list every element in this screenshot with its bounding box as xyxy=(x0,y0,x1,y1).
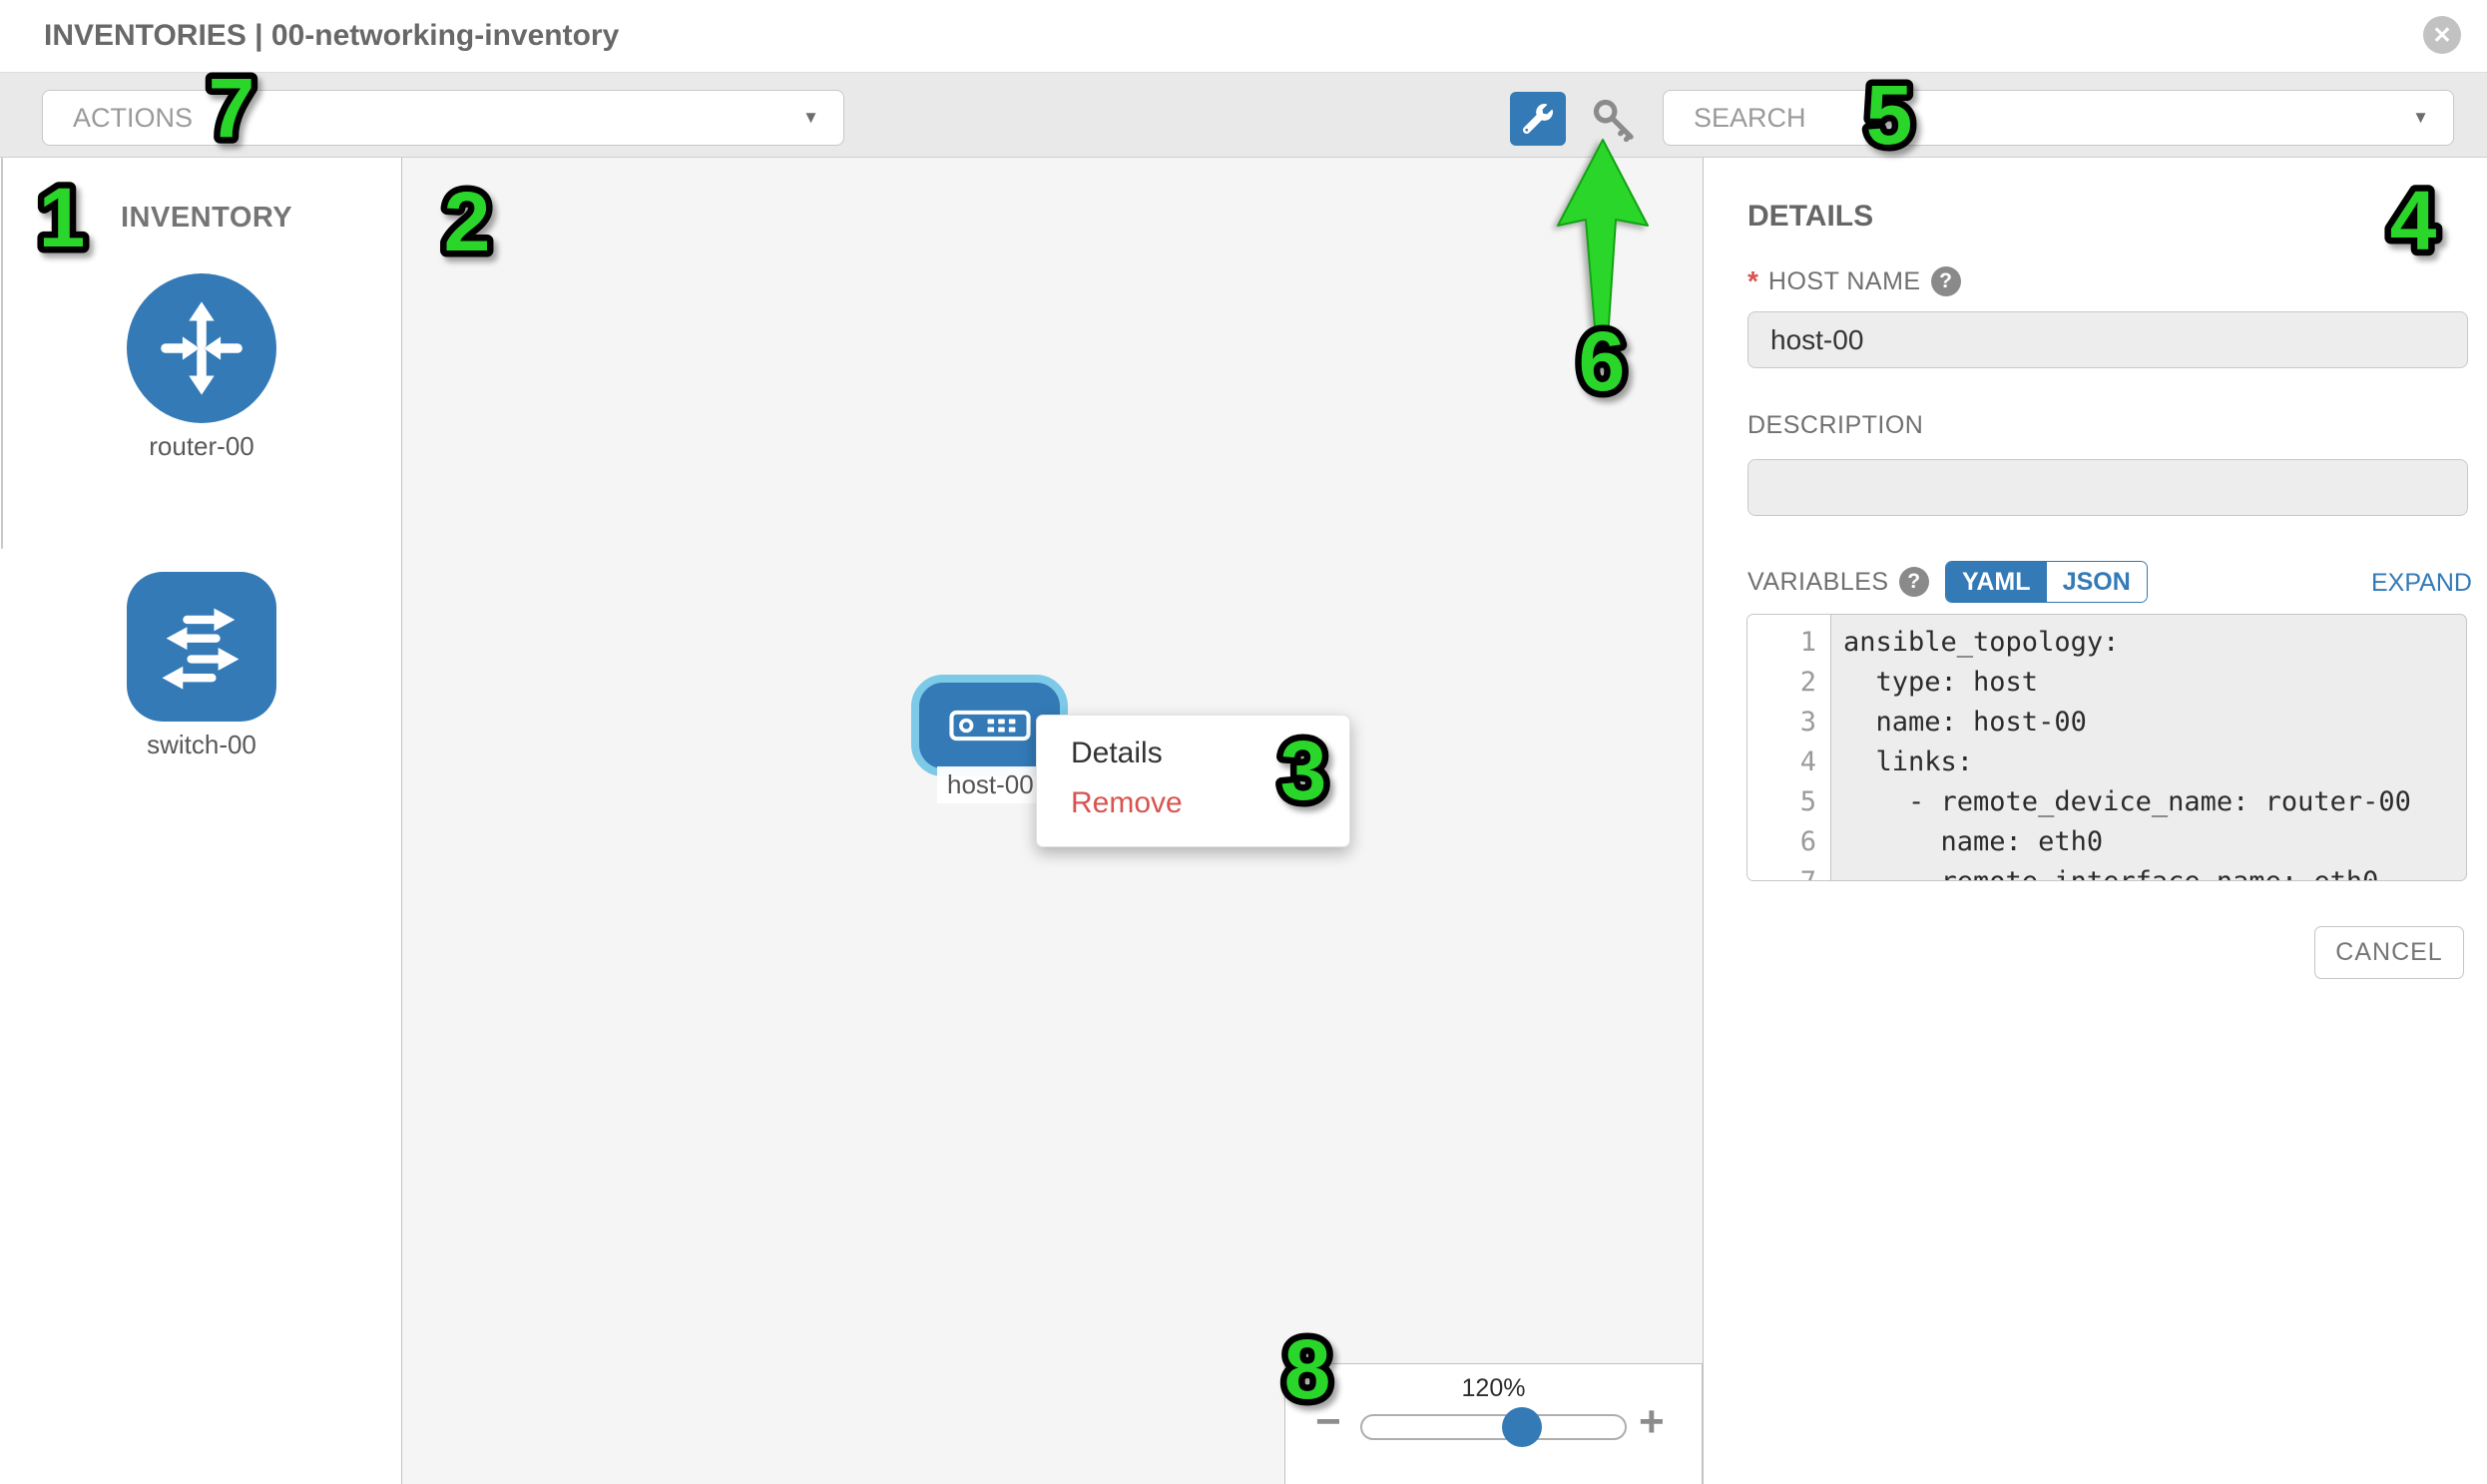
line-number: 3 xyxy=(1747,703,1830,742)
key-button[interactable] xyxy=(1589,95,1639,145)
actions-dropdown[interactable]: ACTIONS ▼ xyxy=(42,90,844,146)
tab-json[interactable]: JSON xyxy=(2047,562,2148,602)
caret-down-icon: ▼ xyxy=(2412,91,2429,145)
search-dropdown[interactable]: SEARCH ▼ xyxy=(1663,90,2454,146)
description-label-row: DESCRIPTION xyxy=(1747,411,1923,440)
code-line: name: eth0 xyxy=(1843,822,2466,862)
variables-label: VARIABLES xyxy=(1747,568,1889,597)
sidebar-title: INVENTORY xyxy=(121,202,292,235)
search-dropdown-label: SEARCH xyxy=(1694,91,1806,145)
context-menu-item-details[interactable]: Details xyxy=(1071,732,1349,775)
key-icon xyxy=(1589,95,1639,145)
palette-item-label: router-00 xyxy=(127,431,276,462)
required-asterisk: * xyxy=(1747,265,1758,297)
expand-link[interactable]: EXPAND xyxy=(2371,569,2472,598)
line-number: 6 xyxy=(1747,822,1830,862)
details-panel: DETAILS * HOST NAME ? host-00 DESCRIPTIO… xyxy=(1703,158,2487,1484)
host-icon xyxy=(949,710,1031,742)
node-context-menu: Details Remove xyxy=(1036,715,1350,847)
code-line: ansible_topology: xyxy=(1843,623,2466,663)
zoom-control: 120% − + xyxy=(1284,1363,1703,1484)
line-number: 2 xyxy=(1747,663,1830,703)
close-button[interactable]: ✕ xyxy=(2423,16,2461,54)
inventory-sidebar: INVENTORY xyxy=(0,158,402,1484)
zoom-slider-track[interactable] xyxy=(1360,1414,1627,1440)
close-icon: ✕ xyxy=(2432,22,2451,48)
cancel-button[interactable]: CANCEL xyxy=(2314,926,2464,979)
caret-down-icon: ▼ xyxy=(802,91,819,145)
line-number: 5 xyxy=(1747,782,1830,822)
topology-canvas[interactable]: host-00 Details Remove 120% − + xyxy=(402,158,1703,1484)
palette-item-router[interactable]: router-00 xyxy=(127,273,276,462)
zoom-in-button[interactable]: + xyxy=(1639,1400,1665,1444)
line-number: 1 xyxy=(1747,623,1830,663)
host-node-label: host-00 xyxy=(937,766,1044,803)
variables-editor[interactable]: 1 2 3 4 5 6 7 ansible_topology: type: ho… xyxy=(1746,614,2467,881)
code-line: - remote_device_name: router-00 xyxy=(1843,782,2466,822)
help-icon[interactable]: ? xyxy=(1931,266,1961,296)
code-line: type: host xyxy=(1843,663,2466,703)
wrench-icon xyxy=(1523,104,1553,134)
header: INVENTORIES | 00-networking-inventory ✕ xyxy=(0,0,2487,72)
description-label: DESCRIPTION xyxy=(1747,411,1923,440)
inventory-topology-app: INVENTORIES | 00-networking-inventory ✕ … xyxy=(0,0,2487,1484)
switch-icon xyxy=(150,595,253,699)
router-icon xyxy=(149,295,254,401)
format-toggle: YAML JSON xyxy=(1945,561,2148,603)
context-menu-item-remove[interactable]: Remove xyxy=(1071,781,1349,825)
configure-button[interactable] xyxy=(1510,92,1566,146)
page-title: INVENTORIES | 00-networking-inventory xyxy=(44,0,619,72)
code-line: links: xyxy=(1843,742,2466,782)
panel-edge-line xyxy=(1,158,3,549)
tab-yaml[interactable]: YAML xyxy=(1946,562,2047,602)
host-name-label-row: * HOST NAME ? xyxy=(1747,265,1961,297)
line-number: 4 xyxy=(1747,742,1830,782)
actions-dropdown-label: ACTIONS xyxy=(73,91,193,145)
editor-code: ansible_topology: type: host name: host-… xyxy=(1831,615,2466,880)
zoom-slider-handle[interactable] xyxy=(1502,1407,1542,1447)
code-line: name: host-00 xyxy=(1843,703,2466,742)
editor-line-numbers: 1 2 3 4 5 6 7 xyxy=(1747,615,1831,880)
details-panel-title: DETAILS xyxy=(1747,200,1873,234)
zoom-out-button[interactable]: − xyxy=(1315,1400,1341,1444)
variables-label-row: VARIABLES ? xyxy=(1747,567,1929,597)
palette-item-switch[interactable]: switch-00 xyxy=(127,572,276,760)
line-number: 7 xyxy=(1747,862,1830,881)
toolbar: ACTIONS ▼ SEARCH ▼ xyxy=(0,72,2487,158)
description-input[interactable] xyxy=(1747,459,2468,516)
palette-item-label: switch-00 xyxy=(127,730,276,760)
host-name-input[interactable]: host-00 xyxy=(1747,311,2468,368)
help-icon[interactable]: ? xyxy=(1899,567,1929,597)
host-name-label: HOST NAME xyxy=(1768,267,1921,296)
code-line: remote_interface_name: eth0 xyxy=(1843,862,2466,881)
